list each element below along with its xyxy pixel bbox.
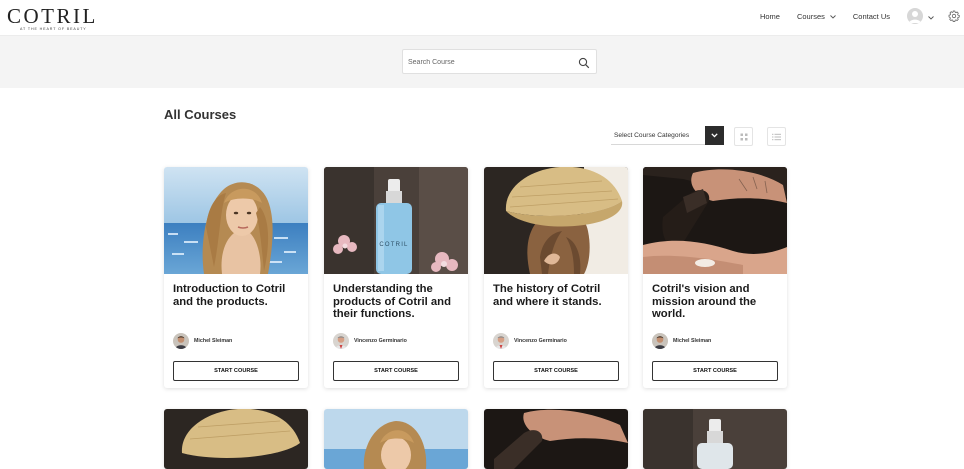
course-title[interactable]: Understanding the products of Cotril and… bbox=[333, 283, 461, 321]
select-underline bbox=[611, 144, 705, 145]
svg-text:COTRIL: COTRIL bbox=[379, 242, 408, 248]
brand-name: COTRIL bbox=[7, 4, 98, 28]
course-category-label: Select Course Categories bbox=[614, 132, 690, 139]
start-course-button[interactable]: START COURSE bbox=[333, 361, 459, 381]
course-card[interactable]: Cotril's vision and mission around the w… bbox=[643, 167, 787, 388]
course-title[interactable]: Cotril's vision and mission around the w… bbox=[652, 283, 780, 321]
nav-home-link[interactable]: Home bbox=[760, 12, 780, 21]
product-hands-photo bbox=[484, 409, 628, 469]
author-name: Vincenzo Germinario bbox=[354, 338, 407, 344]
grid-icon bbox=[740, 133, 747, 140]
nav-courses-label: Courses bbox=[796, 11, 825, 21]
author-name: Michel Sleiman bbox=[194, 338, 233, 344]
woman-beach-photo bbox=[164, 167, 308, 274]
grid-view-button[interactable] bbox=[734, 127, 753, 146]
search-section bbox=[0, 36, 964, 88]
brand-tagline: AT THE HEART OF BEAUTY bbox=[20, 27, 87, 31]
list-icon bbox=[772, 133, 781, 140]
course-title[interactable]: The history of Cotril and where it stand… bbox=[493, 283, 621, 308]
chevron-down-icon bbox=[711, 133, 718, 138]
nav-contact-link[interactable]: Contact Us bbox=[853, 12, 890, 21]
user-avatar-icon bbox=[907, 8, 923, 24]
course-author: Michel Sleiman bbox=[173, 333, 232, 349]
search-input[interactable] bbox=[408, 54, 568, 70]
list-view-button[interactable] bbox=[767, 127, 786, 146]
course-card[interactable] bbox=[164, 409, 308, 469]
author-avatar bbox=[173, 333, 189, 349]
course-category-select[interactable]: Select Course Categories bbox=[611, 126, 724, 145]
search-icon[interactable] bbox=[578, 56, 590, 74]
cotril-logo[interactable]: COTRIL AT THE HEART OF BEAUTY bbox=[7, 6, 98, 32]
course-author: Vincenzo Germinario bbox=[493, 333, 567, 349]
course-card[interactable] bbox=[484, 409, 628, 469]
main-nav: Home Courses Contact Us bbox=[743, 7, 960, 25]
author-avatar bbox=[493, 333, 509, 349]
course-card[interactable] bbox=[643, 409, 787, 469]
start-course-button[interactable]: START COURSE bbox=[173, 361, 299, 381]
cotril-bottle-photo: COTRIL bbox=[324, 167, 468, 274]
user-menu[interactable] bbox=[907, 7, 934, 25]
course-card[interactable]: COTRIL Understanding the products of Cot… bbox=[324, 167, 468, 388]
cotril-bottle-photo bbox=[643, 409, 787, 469]
page-title: All Courses bbox=[164, 107, 237, 122]
course-author: Michel Sleiman bbox=[652, 333, 711, 349]
chevron-down-icon bbox=[928, 7, 934, 25]
course-card[interactable]: The history of Cotril and where it stand… bbox=[484, 167, 628, 388]
author-name: Michel Sleiman bbox=[673, 338, 712, 344]
start-course-button[interactable]: START COURSE bbox=[652, 361, 778, 381]
woman-beach-photo bbox=[324, 409, 468, 469]
course-card[interactable]: Introduction to Cotril and the products.… bbox=[164, 167, 308, 388]
straw-hat-photo bbox=[164, 409, 308, 469]
dropdown-button[interactable] bbox=[705, 126, 724, 145]
product-hands-photo bbox=[643, 167, 787, 274]
nav-courses-dropdown[interactable]: Courses bbox=[797, 12, 836, 21]
search-box bbox=[402, 49, 597, 74]
author-avatar bbox=[652, 333, 668, 349]
start-course-button[interactable]: START COURSE bbox=[493, 361, 619, 381]
course-card[interactable] bbox=[324, 409, 468, 469]
top-navigation-bar: COTRIL AT THE HEART OF BEAUTY Home Cours… bbox=[0, 0, 964, 36]
author-avatar bbox=[333, 333, 349, 349]
gear-icon[interactable] bbox=[948, 10, 960, 22]
course-title[interactable]: Introduction to Cotril and the products. bbox=[173, 283, 301, 308]
chevron-down-icon bbox=[830, 12, 836, 21]
author-name: Vincenzo Germinario bbox=[514, 338, 567, 344]
straw-hat-photo bbox=[484, 167, 628, 274]
course-author: Vincenzo Germinario bbox=[333, 333, 407, 349]
